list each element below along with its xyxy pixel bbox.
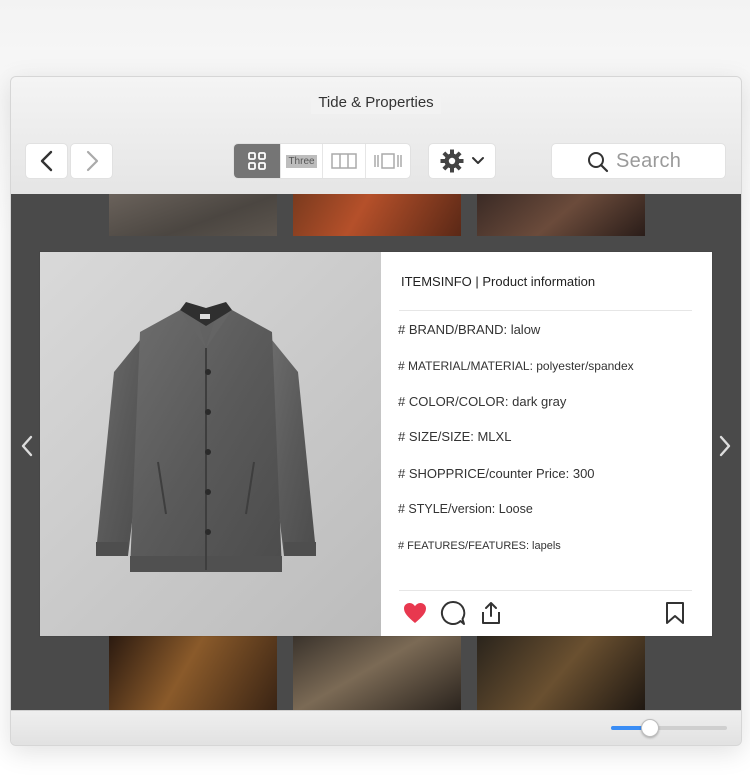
status-bar (11, 710, 741, 745)
share-icon[interactable] (479, 600, 503, 626)
property-color: # COLOR/COLOR: dark gray (398, 394, 567, 409)
view-coverflow-button[interactable] (366, 144, 410, 178)
chevron-right-icon (719, 435, 731, 457)
comment-icon[interactable] (440, 600, 466, 626)
gallery-thumbnail[interactable] (109, 194, 277, 236)
bookmark-icon[interactable] (665, 601, 685, 625)
jacket-image (96, 302, 316, 572)
product-actions (381, 598, 712, 628)
chevron-left-icon (40, 150, 52, 172)
coverflow-icon (374, 153, 402, 169)
action-menu-button[interactable] (428, 143, 496, 179)
search-icon (588, 152, 609, 173)
product-photo (40, 252, 381, 636)
gallery-area: ITEMSINFO | Product information # BRAND/… (11, 194, 741, 710)
previous-item-arrow[interactable] (17, 428, 37, 464)
gallery-thumbnail[interactable] (477, 636, 645, 710)
forward-button[interactable] (70, 143, 113, 179)
product-info-panel: ITEMSINFO | Product information # BRAND/… (381, 252, 712, 636)
back-button[interactable] (25, 143, 68, 179)
property-material: # MATERIAL/MATERIAL: polyester/spandex (398, 359, 634, 373)
divider (399, 590, 692, 591)
view-columns-button[interactable] (323, 144, 366, 178)
grid-icon (248, 152, 266, 170)
app-window: Tide & Properties Three Search ITEMSINFO… (10, 76, 742, 746)
property-style: # STYLE/version: Loose (398, 502, 533, 516)
view-three-label: Three (286, 154, 317, 168)
divider (399, 310, 692, 311)
view-mode-selector: Three (233, 143, 411, 179)
chevron-down-icon (472, 157, 484, 164)
gallery-thumbnail[interactable] (293, 636, 461, 710)
product-card: ITEMSINFO | Product information # BRAND/… (40, 252, 712, 636)
gallery-thumbnail[interactable] (477, 194, 645, 236)
gallery-thumbnail[interactable] (293, 194, 461, 236)
search-placeholder: Search (616, 149, 682, 172)
gallery-thumbnail[interactable] (109, 636, 277, 710)
view-three-button[interactable]: Three (281, 144, 323, 178)
view-grid-button[interactable] (234, 144, 281, 178)
chevron-left-icon (21, 435, 33, 457)
property-brand: # BRAND/BRAND: lalow (398, 322, 541, 337)
zoom-slider-thumb[interactable] (641, 719, 660, 737)
zoom-slider[interactable] (611, 719, 727, 737)
property-price: # SHOPPRICE/counter Price: 300 (398, 466, 595, 481)
property-features: # FEATURES/FEATURES: lapels (398, 540, 561, 552)
gear-icon (440, 149, 464, 173)
toolbar: Tide & Properties Three Search (11, 77, 741, 194)
chevron-right-icon (86, 150, 98, 172)
heart-icon[interactable] (403, 602, 427, 624)
columns-icon (331, 153, 357, 169)
search-field[interactable]: Search (551, 143, 726, 179)
window-title: Tide & Properties (311, 91, 441, 114)
next-item-arrow[interactable] (715, 428, 735, 464)
property-size: # SIZE/SIZE: MLXL (398, 429, 512, 444)
product-info-header: ITEMSINFO | Product information (401, 274, 596, 289)
